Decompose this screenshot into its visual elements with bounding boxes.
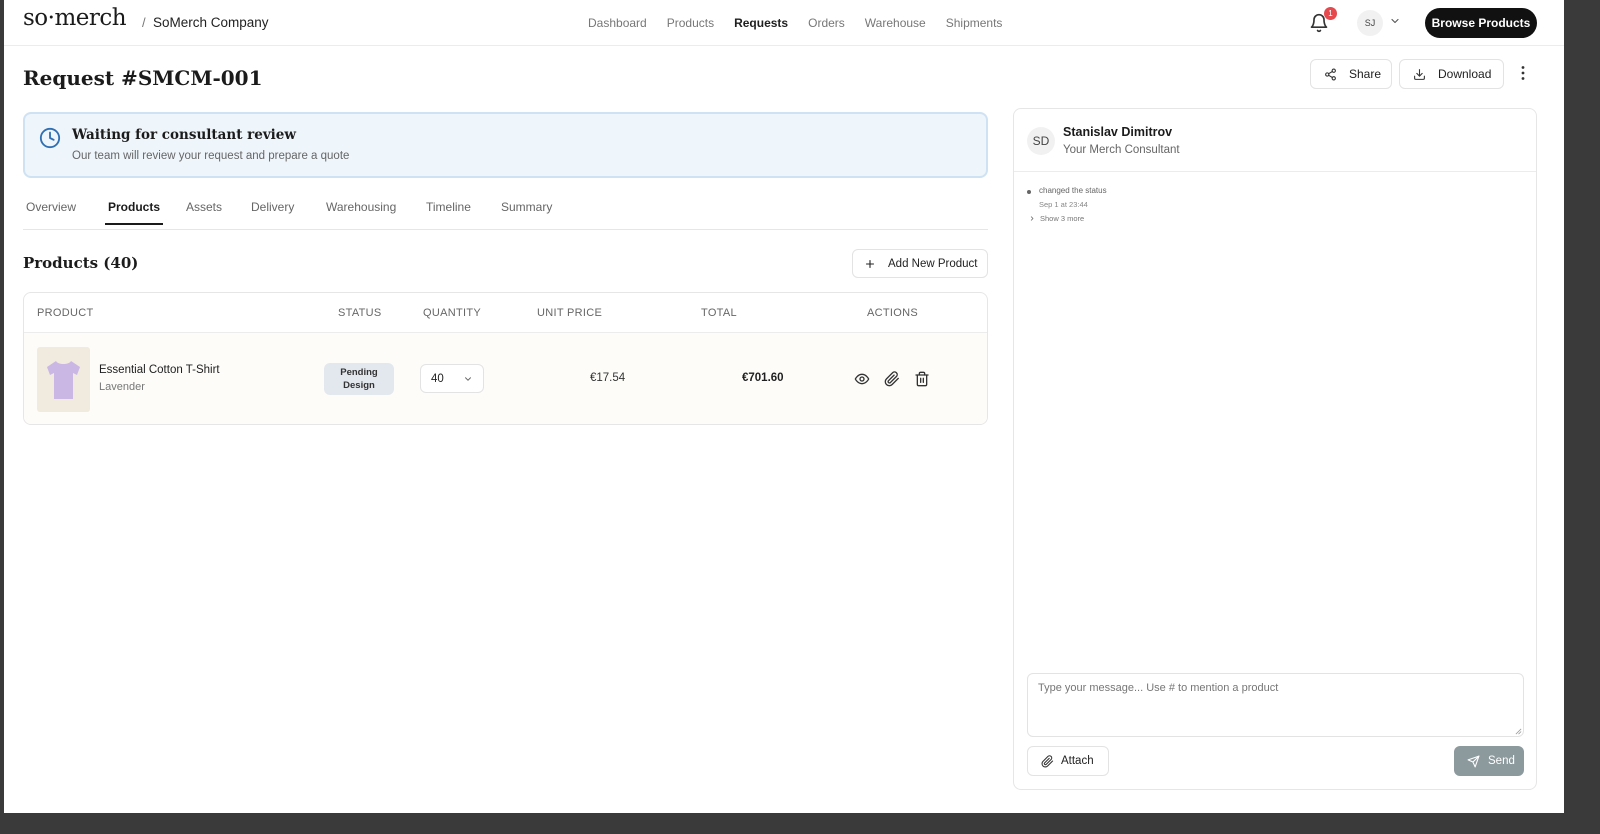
product-name[interactable]: Essential Cotton T-Shirt — [99, 364, 220, 376]
nav-warehouse[interactable]: Warehouse — [865, 16, 926, 30]
unit-price: €17.54 — [590, 372, 626, 384]
activity-text: changed the status — [1039, 186, 1107, 195]
trash-icon[interactable] — [914, 371, 930, 387]
product-variant: Lavender — [99, 381, 145, 393]
nav-shipments[interactable]: Shipments — [946, 16, 1003, 30]
tab-timeline[interactable]: Timeline — [426, 200, 471, 223]
tshirt-icon — [47, 361, 80, 399]
resize-handle-icon[interactable] — [1515, 728, 1522, 735]
status-banner: Waiting for consultant review Our team w… — [23, 112, 988, 178]
download-icon — [1414, 68, 1425, 80]
somerch-logo[interactable]: so·merch — [23, 5, 127, 31]
nav-products[interactable]: Products — [667, 16, 714, 30]
message-input[interactable] — [1027, 673, 1524, 737]
activity-dot — [1027, 190, 1031, 194]
app-window: so·merch / SoMerch Company Dashboard Pro… — [4, 0, 1564, 813]
nav-orders[interactable]: Orders — [808, 16, 845, 30]
column-header-unit-price: UNIT PRICE — [537, 307, 603, 319]
nav-dashboard[interactable]: Dashboard — [588, 16, 647, 30]
send-label: Send — [1488, 755, 1515, 767]
table-row[interactable]: Essential Cotton T-Shirt Lavender Pendin… — [24, 333, 987, 424]
consultant-chat-panel: SD Stanislav Dimitrov Your Merch Consult… — [1013, 108, 1537, 790]
column-header-quantity: QUANTITY — [423, 307, 482, 319]
chevron-down-icon — [465, 377, 471, 381]
main-nav: Dashboard Products Requests Orders Wareh… — [588, 16, 1022, 30]
chevron-right-icon — [1030, 216, 1034, 221]
add-new-product-button[interactable]: Add New Product — [852, 249, 988, 278]
tab-assets[interactable]: Assets — [186, 200, 222, 223]
column-header-total: TOTAL — [701, 307, 737, 319]
chevron-down-icon[interactable] — [1389, 15, 1401, 27]
paperclip-icon — [1041, 754, 1054, 767]
quantity-value: 40 — [431, 373, 444, 385]
share-label: Share — [1349, 67, 1382, 81]
send-icon — [1467, 755, 1480, 767]
consultant-avatar: SD — [1027, 127, 1055, 155]
status-badge-line-2: Design — [343, 380, 375, 391]
banner-subtitle: Our team will review your request and pr… — [72, 150, 350, 162]
banner-title: Waiting for consultant review — [72, 127, 297, 143]
column-header-status: STATUS — [338, 307, 382, 319]
share-button[interactable]: Share — [1310, 59, 1392, 89]
attach-label: Attach — [1061, 755, 1094, 767]
show-more-button[interactable]: Show 3 more — [1029, 214, 1084, 223]
page-title: Request #SMCM-001 — [23, 66, 263, 90]
download-button[interactable]: Download — [1399, 59, 1504, 89]
product-thumbnail[interactable] — [37, 347, 90, 412]
column-header-product: PRODUCT — [37, 307, 94, 319]
more-options-icon[interactable] — [1518, 65, 1528, 81]
consultant-name: Stanislav Dimitrov — [1063, 125, 1173, 139]
consultant-role: Your Merch Consultant — [1063, 144, 1180, 156]
eye-icon[interactable] — [854, 371, 870, 387]
products-table: PRODUCT STATUS QUANTITY UNIT PRICE TOTAL… — [23, 292, 988, 425]
browse-products-button[interactable]: Browse Products — [1425, 8, 1537, 38]
status-badge-line-1: Pending — [340, 367, 378, 378]
breadcrumb-separator: / — [142, 15, 146, 30]
plus-icon — [865, 259, 875, 268]
top-navigation-bar: so·merch / SoMerch Company Dashboard Pro… — [4, 0, 1564, 46]
nav-requests[interactable]: Requests — [734, 16, 788, 30]
quantity-select[interactable]: 40 — [420, 364, 484, 393]
products-section-title: Products (40) — [23, 254, 139, 272]
attach-button[interactable]: Attach — [1027, 746, 1109, 776]
download-label: Download — [1438, 67, 1492, 81]
panel-divider — [1014, 171, 1536, 172]
tab-summary[interactable]: Summary — [501, 200, 552, 223]
tab-warehousing[interactable]: Warehousing — [326, 200, 396, 223]
add-new-product-label: Add New Product — [888, 257, 978, 270]
activity-timestamp: Sep 1 at 23:44 — [1039, 200, 1088, 209]
tab-products[interactable]: Products — [105, 200, 164, 225]
notification-count-badge: 1 — [1324, 7, 1337, 20]
column-header-actions: ACTIONS — [867, 307, 918, 319]
paperclip-icon[interactable] — [884, 371, 900, 387]
clock-icon — [39, 127, 61, 149]
row-total: €701.60 — [742, 372, 784, 384]
status-badge: Pending Design — [324, 363, 394, 395]
user-avatar[interactable]: SJ — [1357, 10, 1383, 36]
send-button[interactable]: Send — [1454, 746, 1524, 776]
show-more-label: Show 3 more — [1040, 214, 1085, 223]
tab-delivery[interactable]: Delivery — [251, 200, 294, 223]
breadcrumb-company[interactable]: SoMerch Company — [153, 15, 269, 30]
tab-overview[interactable]: Overview — [26, 200, 76, 223]
request-tabs: Overview Products Assets Delivery Wareho… — [23, 190, 988, 230]
share-icon — [1325, 68, 1336, 80]
